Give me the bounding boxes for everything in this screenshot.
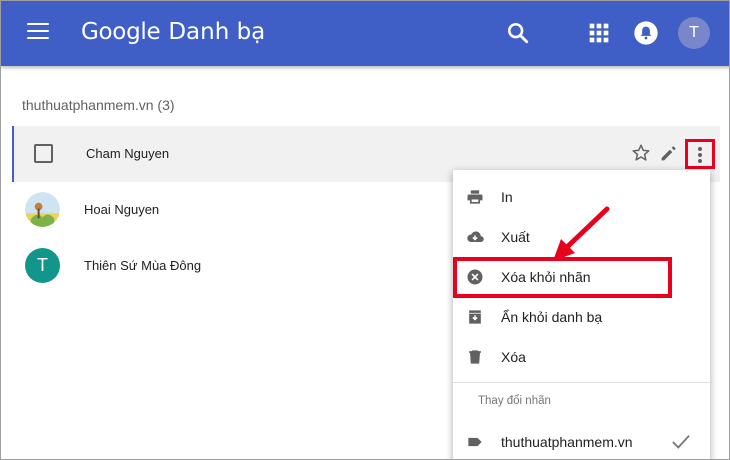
brand-product: Danh bạ — [168, 19, 266, 45]
contact-photo-avatar — [25, 192, 60, 227]
more-vert-icon — [698, 147, 702, 151]
notifications-icon[interactable] — [632, 19, 660, 47]
menu-item-label: Xóa khỏi nhãn — [501, 269, 591, 285]
print-icon — [467, 190, 483, 204]
contact-options-menu: In Xuất Xóa khỏi nhãn Ẩn khỏi danh bạ Xó… — [453, 170, 710, 459]
more-options-button[interactable] — [685, 139, 715, 169]
menu-item-print[interactable]: In — [453, 177, 710, 217]
contact-initial-avatar: T — [25, 248, 60, 283]
search-icon[interactable] — [504, 19, 532, 47]
menu-item-export[interactable]: Xuất — [453, 217, 710, 257]
menu-item-label: thuthuatphanmem.vn — [501, 434, 633, 450]
edit-pencil-icon[interactable] — [658, 142, 680, 164]
app-brand[interactable]: Google Danh bạ — [81, 18, 265, 45]
menu-item-hide-contact[interactable]: Ẩn khỏi danh bạ — [453, 297, 710, 337]
menu-item-label: In — [501, 189, 513, 205]
group-title: thuthuatphanmem.vn (3) — [22, 97, 175, 113]
app-header: Google Danh bạ T — [1, 1, 729, 66]
menu-divider — [453, 382, 710, 383]
account-avatar[interactable]: T — [678, 17, 710, 49]
brand-google: Google — [81, 19, 161, 45]
label-icon — [468, 437, 482, 447]
menu-item-delete[interactable]: Xóa — [453, 337, 710, 377]
menu-item-remove-from-label[interactable]: Xóa khỏi nhãn — [453, 257, 710, 297]
remove-circle-icon — [467, 269, 483, 285]
menu-item-label: Xóa — [501, 349, 526, 365]
menu-item-label: Ẩn khỏi danh bạ — [501, 309, 603, 325]
hamburger-menu-icon[interactable] — [27, 23, 49, 41]
change-label-section-title: Thay đổi nhãn — [478, 395, 551, 407]
menu-item-label: Xuất — [501, 229, 530, 245]
contact-name: Hoai Nguyen — [84, 202, 160, 217]
trash-icon — [469, 350, 481, 364]
star-icon[interactable] — [630, 142, 652, 164]
contact-name: Cham Nguyen — [86, 146, 170, 161]
contact-name: Thiên Sứ Mùa Đông — [84, 258, 202, 273]
apps-grid-icon[interactable] — [585, 19, 613, 47]
cloud-download-icon — [467, 231, 484, 242]
menu-item-label-toggle[interactable]: thuthuatphanmem.vn — [453, 422, 710, 459]
select-checkbox[interactable] — [34, 144, 53, 163]
archive-icon — [469, 310, 481, 324]
check-icon — [672, 435, 690, 449]
app-window: Google Danh bạ T thuthuatphanmem.vn (3) C… — [0, 0, 730, 460]
